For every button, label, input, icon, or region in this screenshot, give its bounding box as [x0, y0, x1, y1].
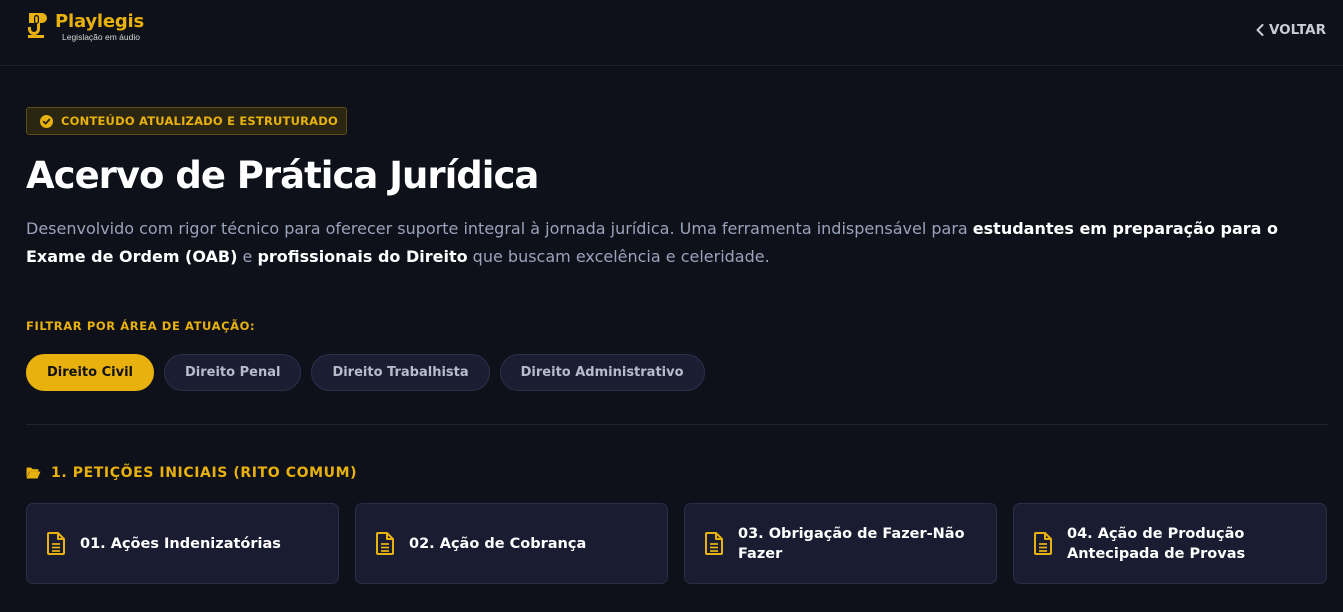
- description-text: Desenvolvido com rigor técnico para ofer…: [26, 219, 973, 238]
- divider: [26, 424, 1329, 425]
- filter-option-direito-civil[interactable]: Direito Civil: [26, 354, 154, 391]
- description-text: e: [237, 246, 258, 266]
- badge-label: CONTEÚDO ATUALIZADO E ESTRUTURADO: [61, 114, 339, 128]
- document-card-label: 01. Ações Indenizatórias: [80, 535, 281, 552]
- filter-label: FILTRAR POR ÁREA DE ATUAÇÃO:: [26, 319, 256, 333]
- section-title: 1. PETIÇÕES INICIAIS (RITO COMUM): [51, 465, 358, 481]
- document-card[interactable]: 02. Ação de Cobrança: [355, 503, 668, 584]
- document-icon: [376, 532, 394, 555]
- section-heading: 1. PETIÇÕES INICIAIS (RITO COMUM): [26, 465, 357, 481]
- check-circle-icon: [40, 114, 53, 128]
- logo-name: Playlegis: [55, 11, 145, 32]
- status-badge: CONTEÚDO ATUALIZADO E ESTRUTURADO: [26, 107, 347, 135]
- document-icon: [705, 532, 723, 555]
- filter-option-direito-trabalhista[interactable]: Direito Trabalhista: [311, 354, 490, 391]
- logo-tagline: Legislação em áudio: [62, 32, 140, 42]
- area-filter: Direito Civil Direito Penal Direito Trab…: [26, 354, 715, 391]
- document-card-label: 03. Obrigação de Fazer-Não Fazer: [738, 525, 965, 562]
- back-label: VOLTAR: [1268, 22, 1326, 38]
- document-card[interactable]: 04. Ação de Produção Antecipada de Prova…: [1013, 503, 1327, 584]
- document-card-label: 02. Ação de Cobrança: [409, 535, 587, 552]
- top-bar: Playlegis Legislação em áudio VOLTAR: [0, 0, 1343, 66]
- description-text: que buscam excelência e celeridade.: [467, 246, 770, 266]
- chevron-left-icon: [1256, 24, 1264, 36]
- microphone-logo-icon: [28, 13, 47, 38]
- document-icon: [1034, 532, 1052, 555]
- logo[interactable]: Playlegis Legislação em áudio: [26, 11, 144, 42]
- page-title: Acervo de Prática Jurídica: [26, 154, 539, 197]
- folder-open-icon: [26, 467, 41, 479]
- filter-option-direito-administrativo[interactable]: Direito Administrativo: [499, 354, 705, 391]
- page-description: Desenvolvido com rigor técnico para ofer…: [26, 215, 1331, 270]
- filter-option-direito-penal[interactable]: Direito Penal: [164, 354, 302, 391]
- document-icon: [47, 532, 65, 555]
- document-card-label: 04. Ação de Produção Antecipada de Prova…: [1067, 525, 1246, 562]
- document-card[interactable]: 03. Obrigação de Fazer-Não Fazer: [684, 503, 997, 584]
- description-highlight-professionals: profissionais do Direito: [257, 246, 468, 266]
- document-cards: 01. Ações Indenizatórias 02. Ação de Cob…: [26, 503, 1327, 584]
- document-card[interactable]: 01. Ações Indenizatórias: [26, 503, 339, 584]
- back-button[interactable]: VOLTAR: [1256, 22, 1326, 38]
